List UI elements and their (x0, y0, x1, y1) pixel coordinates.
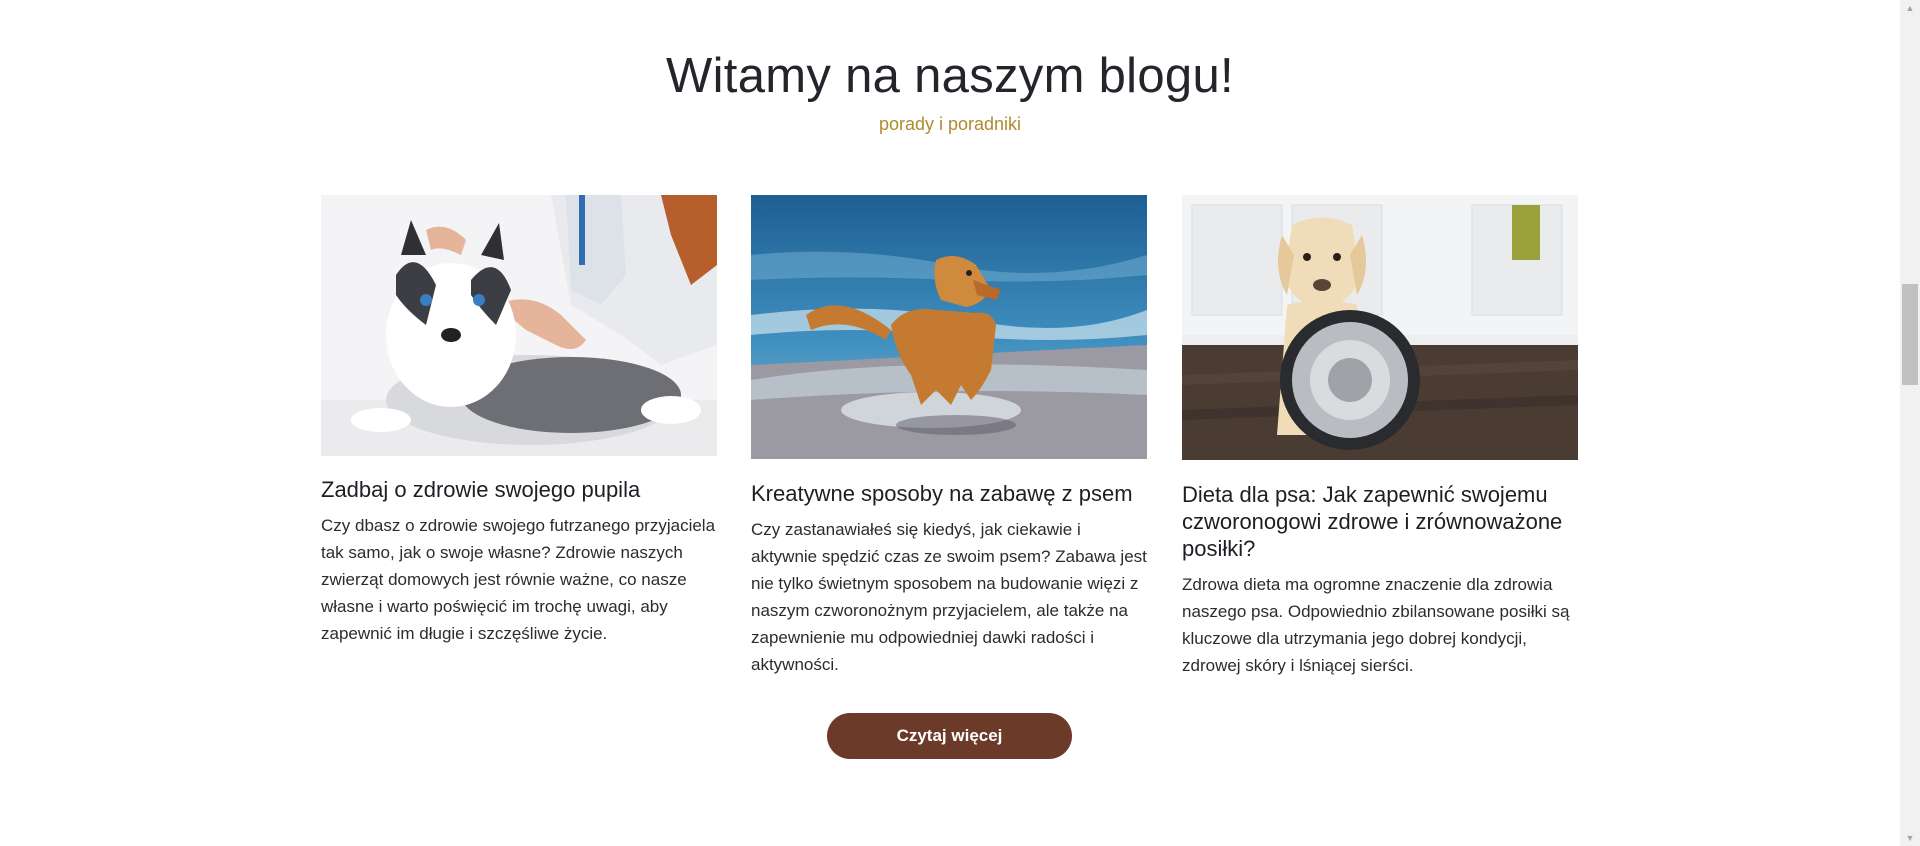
read-more-button[interactable]: Czytaj więcej (827, 713, 1072, 759)
dog-bowl-photo (1182, 195, 1578, 460)
beach-dog-photo (751, 195, 1147, 459)
section-title: Witamy na naszym blogu! (666, 49, 1234, 103)
blog-post-card: Kreatywne sposoby na zabawę z psem Czy z… (751, 195, 1147, 678)
post-image-dog-bowl[interactable] (1182, 195, 1578, 460)
chevron-up-icon[interactable]: ▲ (1900, 0, 1920, 16)
post-excerpt: Czy zastanawiałeś się kiedyś, jak ciekaw… (751, 520, 1147, 674)
scrollbar-thumb[interactable] (1902, 284, 1918, 385)
blog-post-card: Zadbaj o zdrowie swojego pupila Czy dbas… (321, 195, 717, 647)
post-excerpt: Zdrowa dieta ma ogromne znaczenie dla zd… (1182, 575, 1570, 675)
post-title[interactable]: Dieta dla psa: Jak zapewnić swojemu czwo… (1182, 481, 1578, 562)
blog-post-card: Dieta dla psa: Jak zapewnić swojemu czwo… (1182, 195, 1578, 679)
post-image-husky[interactable] (321, 195, 717, 456)
section-header: Witamy na naszym blogu! porady i poradni… (0, 46, 1900, 136)
vertical-scrollbar[interactable]: ▲ ▼ (1900, 0, 1920, 846)
post-image-beach-dog[interactable] (751, 195, 1147, 459)
post-title[interactable]: Kreatywne sposoby na zabawę z psem (751, 480, 1147, 507)
blog-section: Witamy na naszym blogu! porady i poradni… (0, 0, 1920, 846)
post-title[interactable]: Zadbaj o zdrowie swojego pupila (321, 476, 717, 503)
husky-photo (321, 195, 717, 456)
section-subtitle: porady i poradniki (878, 114, 1022, 134)
post-excerpt: Czy dbasz o zdrowie swojego futrzanego p… (321, 516, 716, 643)
chevron-down-icon[interactable]: ▼ (1900, 830, 1920, 846)
